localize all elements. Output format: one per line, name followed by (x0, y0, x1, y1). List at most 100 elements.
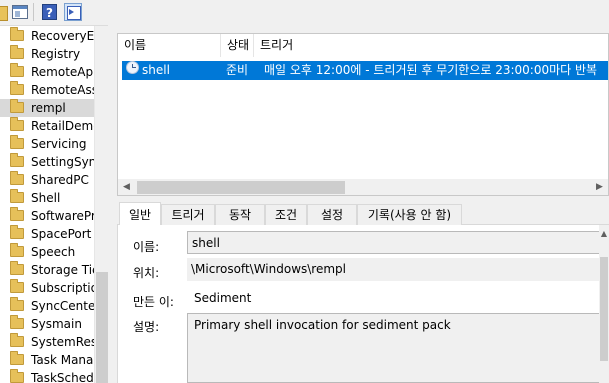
tree-item[interactable]: Task Manag (0, 351, 94, 369)
scroll-up-arrow-icon[interactable]: ▲ (599, 229, 609, 241)
tree-item[interactable]: RetailDemc (0, 117, 94, 135)
tree-item[interactable]: Registry (0, 45, 94, 63)
location-label: 위치: (133, 266, 160, 280)
tree-item[interactable]: SharedPC (0, 171, 94, 189)
tree-item-label: Subscriptio (31, 281, 94, 295)
task-name: shell (142, 63, 170, 77)
help-icon[interactable]: ? (40, 2, 59, 22)
tree-item[interactable]: RemoteAss (0, 81, 94, 99)
tree-item[interactable]: Servicing (0, 135, 94, 153)
tree-item-label: SpacePort (31, 227, 92, 241)
tree-item-label: SoftwarePro (31, 209, 94, 223)
tree-item-label: SyncCenter (31, 299, 94, 313)
tab-actions[interactable]: 동작 (215, 204, 265, 225)
task-clock-icon (126, 61, 139, 74)
description-text: Primary shell invocation for sediment pa… (194, 318, 451, 332)
folder-icon (10, 225, 24, 239)
toolbar-separator (33, 3, 34, 21)
tree-item-label: rempl (31, 101, 66, 115)
name-label: 이름: (133, 240, 160, 254)
tree-scrollbar-thumb[interactable] (96, 272, 108, 383)
tab-general[interactable]: 일반 (119, 202, 161, 226)
task-pane: 이름 상태 트리거 shell 준비 매일 오후 12:00에 - 트리거된 후… (117, 33, 609, 383)
author-value: Sediment (194, 291, 252, 305)
tree-item[interactable]: RecoveryEn (0, 27, 94, 45)
folder-icon (10, 81, 24, 95)
folder-icon (10, 45, 24, 59)
general-tab-body: 이름: shell 위치: \Microsoft\Windows\rempl 만… (117, 225, 600, 383)
tree-item[interactable]: Subscriptio (0, 279, 94, 297)
task-trigger: 매일 오후 12:00에 - 트리거된 후 무기한으로 23:00:00마다 반… (264, 63, 598, 77)
description-label: 설명: (133, 320, 160, 334)
tree-item-label: Speech (31, 245, 76, 259)
tree-item-label: Registry (31, 47, 81, 61)
folder-icon (10, 351, 24, 365)
tree-item[interactable]: SystemRest (0, 333, 94, 351)
scroll-left-arrow-icon[interactable]: ◀ (118, 179, 135, 195)
toolbar: ? (0, 0, 609, 25)
tree-item-label: RetailDemc (31, 119, 94, 133)
task-list-horizontal-scrollbar[interactable]: ◀ ▶ (118, 179, 608, 195)
tab-triggers[interactable]: 트리거 (161, 204, 215, 225)
tab-conditions[interactable]: 조건 (265, 204, 307, 225)
folder-icon (10, 369, 24, 383)
tree-item-label: SettingSync (31, 155, 94, 169)
detail-scrollbar[interactable]: ▲ (599, 225, 609, 383)
column-header-name[interactable]: 이름 (118, 34, 221, 57)
detail-tabs: 일반 트리거 동작 조건 설정 기록(사용 안 함) (117, 202, 609, 226)
tree-item-label: Shell (31, 191, 61, 205)
task-folder-tree: RecoveryEn Registry RemoteApp RemoteAss remp… (0, 25, 108, 383)
folder-icon (10, 261, 24, 275)
folder-icon (10, 243, 24, 257)
author-label: 만든 이: (133, 295, 174, 309)
folder-icon (10, 315, 24, 329)
show-hide-console-tree-icon[interactable] (10, 2, 29, 22)
folder-icon (10, 135, 24, 149)
tab-settings[interactable]: 설정 (307, 204, 357, 225)
folder-icon (10, 207, 24, 221)
folder-icon (10, 27, 24, 41)
folder-icon (10, 153, 24, 167)
task-detail-panel: 일반 트리거 동작 조건 설정 기록(사용 안 함) 이름: shell 위치:… (117, 202, 609, 383)
folder-icon (10, 279, 24, 293)
task-row-shell[interactable]: shell 준비 매일 오후 12:00에 - 트리거된 후 무기한으로 23:… (122, 61, 608, 80)
tree-item[interactable]: Speech (0, 243, 94, 261)
folder-icon (10, 297, 24, 311)
scroll-right-arrow-icon[interactable]: ▶ (591, 179, 608, 195)
tree-item-label: RemoteApp (31, 65, 94, 79)
tree-item[interactable]: Shell (0, 189, 94, 207)
folder-icon (10, 63, 24, 77)
tree-item-label: Sysmain (31, 317, 82, 331)
description-field[interactable]: Primary shell invocation for sediment pa… (187, 313, 600, 383)
tree-item-label: TaskSchedu (31, 371, 94, 383)
tree-item-label: SharedPC (31, 173, 89, 187)
detail-scrollbar-thumb[interactable] (600, 257, 608, 361)
folder-icon (10, 117, 24, 131)
tree-item-label: Storage Tie (31, 263, 94, 277)
column-header-status[interactable]: 상태 (221, 34, 254, 57)
task-status: 준비 (226, 63, 249, 77)
tree-item[interactable]: SyncCenter (0, 297, 94, 315)
tree-item[interactable]: SpacePort (0, 225, 94, 243)
tree-item[interactable]: SettingSync (0, 153, 94, 171)
tree-item-label: RemoteAss (31, 83, 94, 97)
tree-item-label: SystemRest (31, 335, 94, 349)
task-list: 이름 상태 트리거 shell 준비 매일 오후 12:00에 - 트리거된 후… (117, 33, 609, 196)
tree-scrollbar[interactable] (94, 26, 108, 383)
tab-history[interactable]: 기록(사용 안 함) (357, 204, 462, 225)
tree-item[interactable]: RemoteApp (0, 63, 94, 81)
tree-item[interactable]: TaskSchedu (0, 369, 94, 383)
folder-icon (10, 333, 24, 347)
folder-icon (10, 171, 24, 185)
horizontal-scrollbar-thumb[interactable] (137, 181, 345, 194)
tree-item[interactable]: Sysmain (0, 315, 94, 333)
show-hide-action-pane-icon[interactable] (63, 2, 82, 22)
tree-item[interactable]: Storage Tie (0, 261, 94, 279)
tree-item[interactable]: rempl (0, 99, 94, 117)
folder-icon (10, 99, 24, 113)
tree-item-label: Task Manag (31, 353, 94, 367)
tree-item[interactable]: SoftwarePro (0, 207, 94, 225)
name-field[interactable]: shell (187, 231, 600, 254)
location-value: \Microsoft\Windows\rempl (187, 258, 600, 281)
column-header-triggers[interactable]: 트리거 (254, 34, 608, 57)
